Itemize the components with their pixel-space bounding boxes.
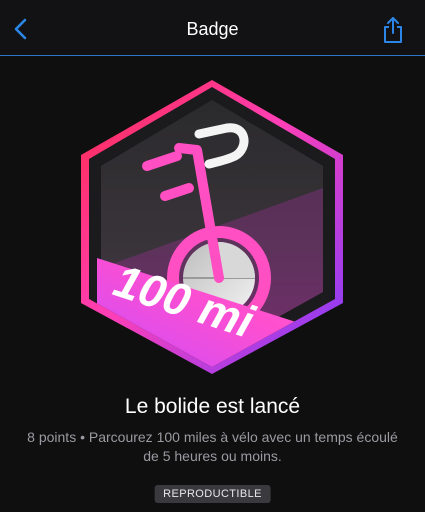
badge-description: 8 points • Parcourez 100 miles à vélo av…	[27, 429, 398, 464]
top-navigation-bar: Badge	[0, 0, 425, 56]
wheel-hub	[215, 274, 223, 282]
reproducible-tag: REPRODUCTIBLE	[154, 485, 271, 503]
badge-title: Le bolide est lancé	[124, 395, 301, 418]
share-icon[interactable]	[381, 16, 405, 44]
page-title: Badge	[186, 19, 239, 39]
bicycle-badge-icon: 100 mi	[81, 80, 343, 374]
badge-detail-screen: Badge 100 mi Le bolide est lancé 8 point…	[0, 0, 425, 512]
